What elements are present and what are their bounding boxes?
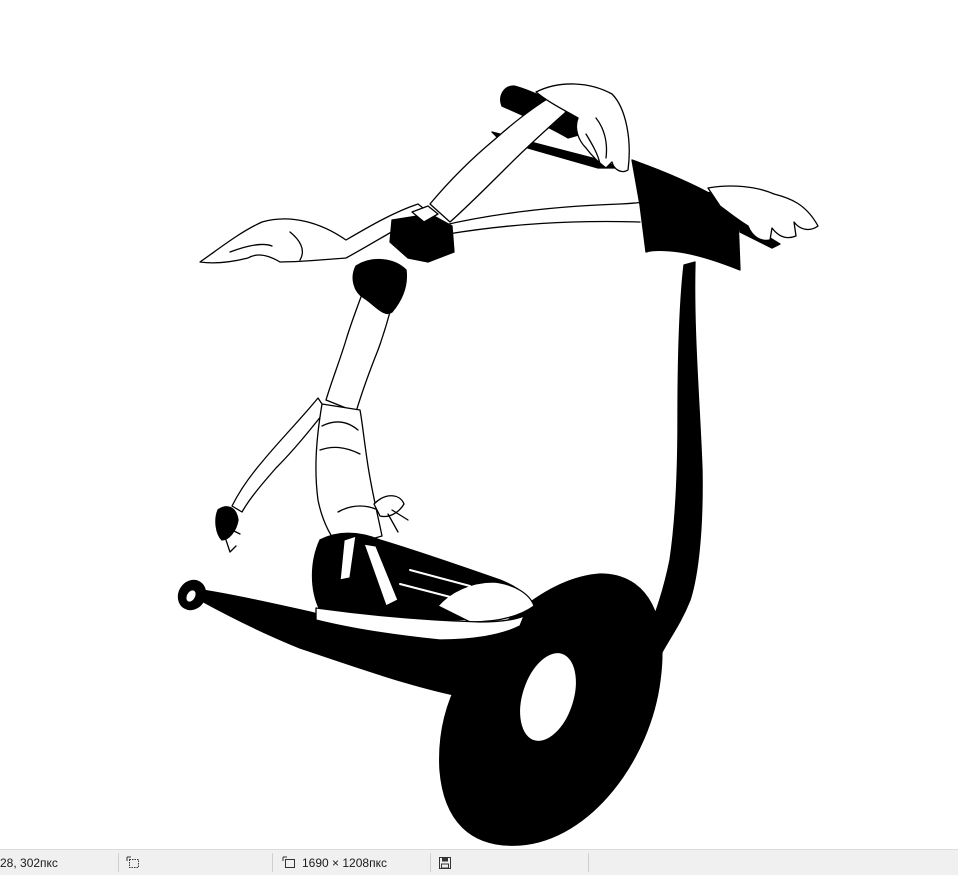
scooter-head — [631, 159, 741, 271]
paint-window: 28, 302пкс 1690 × 1208пкс — [0, 0, 958, 875]
scooter-drawing — [177, 83, 819, 846]
status-divider — [118, 853, 119, 872]
rider-shin — [315, 403, 383, 549]
cursor-position-field: 28, 302пкс — [0, 850, 118, 875]
image-size-text: 1690 × 1208пкс — [302, 855, 387, 870]
image-size-field: 1690 × 1208пкс — [282, 850, 428, 875]
rider-back-hand — [215, 506, 239, 541]
rider-front-arm — [429, 95, 567, 223]
cursor-position-text: 28, 302пкс — [0, 855, 58, 870]
drawing-canvas[interactable] — [0, 0, 958, 849]
status-divider — [588, 853, 589, 872]
disk-icon — [438, 856, 452, 870]
status-divider — [430, 853, 431, 872]
rider-back-arm — [231, 397, 327, 513]
scooter-stem — [647, 261, 703, 657]
image-size-icon — [282, 856, 296, 870]
file-size-field — [438, 850, 588, 875]
selection-size-field — [126, 850, 272, 875]
status-divider — [272, 853, 273, 872]
rider-sleeve-cuff — [389, 213, 455, 263]
status-bar: 28, 302пкс 1690 × 1208пкс — [0, 849, 958, 875]
shoelace-bow — [373, 495, 405, 518]
selection-size-icon — [126, 856, 140, 870]
